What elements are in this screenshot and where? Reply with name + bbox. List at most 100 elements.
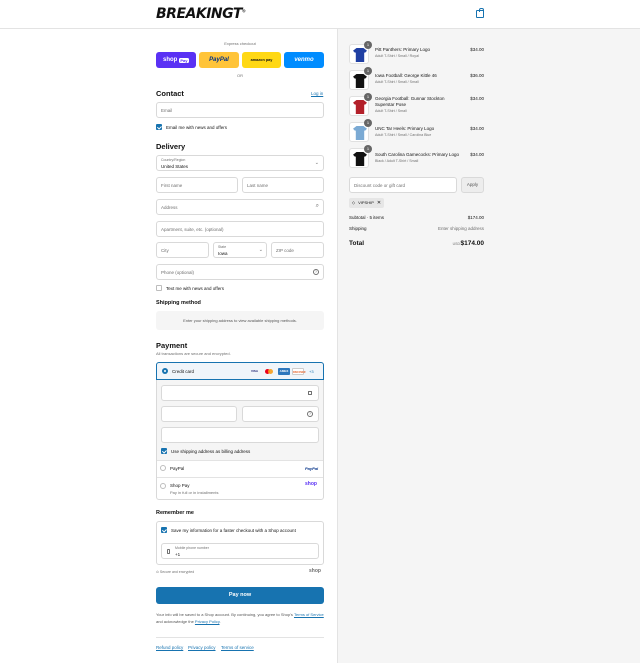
terms-of-service-link[interactable]: Terms of service [221, 645, 254, 650]
contact-title: Contact [156, 89, 184, 98]
shop-terms-link[interactable]: Terms of Service [294, 612, 324, 617]
amazon-pay-button[interactable]: amazon pay [242, 52, 281, 68]
product-price: $34.00 [470, 47, 484, 52]
card-number-field[interactable] [161, 385, 319, 401]
product-name: Pitt Panthers: Primary Logo [375, 47, 431, 52]
chevron-down-icon: ⌄ [258, 247, 263, 253]
express-checkout-title: Express checkout [224, 41, 256, 46]
expiration-field[interactable] [161, 406, 237, 422]
subtotal-value: $174.00 [467, 215, 484, 220]
product-name: Iowa Football: George Kittle 46 [375, 73, 437, 78]
payment-subtitle: All transactions are secure and encrypte… [156, 351, 231, 356]
shipping-notice: Enter your shipping address to view avai… [183, 318, 297, 323]
credit-card-label: Credit card [172, 369, 195, 374]
product-variant: Black / Adult T-Shirt / Small [375, 159, 419, 163]
text-news-checkbox[interactable] [156, 285, 162, 291]
refund-policy-link[interactable]: Refund policy [156, 645, 183, 650]
paypal-button[interactable]: PayPal [199, 52, 239, 68]
remove-discount-icon[interactable]: ✕ [377, 198, 381, 208]
product-price: $34.00 [470, 152, 484, 157]
search-icon: ⌕ [315, 203, 319, 209]
last-name-field[interactable]: Last name [242, 177, 324, 193]
zip-field[interactable]: ZIP code [271, 242, 324, 258]
venmo-button[interactable]: venmo [284, 52, 324, 68]
product-variant: Adult T-Shirt / Small [375, 109, 407, 113]
or-divider: OR [237, 73, 243, 78]
secure-note: ⊙ Secure and encrypted [156, 570, 195, 574]
product-thumbnail: 1 [349, 145, 372, 168]
text-news-label: Text me with news and offers [166, 286, 224, 291]
paypal-logo: PayPal [305, 466, 319, 471]
total-label: Total [349, 240, 365, 247]
header: BREAKINGT® [0, 0, 640, 29]
paypal-radio[interactable] [160, 465, 166, 471]
shop-pay-radio[interactable] [160, 483, 166, 489]
quantity-badge: 1 [364, 93, 372, 101]
quantity-badge: 1 [364, 145, 372, 153]
product-price: $36.00 [470, 73, 484, 78]
apply-button[interactable]: Apply [461, 177, 484, 193]
product-name: UNC Tar Heels: Primary Logo [375, 126, 435, 131]
remember-me-title: Remember me [156, 510, 194, 516]
first-name-field[interactable]: First name [156, 177, 238, 193]
product-thumbnail: 1 [349, 41, 372, 64]
email-field[interactable]: Email [156, 102, 324, 118]
security-code-field[interactable]: ? [242, 406, 319, 422]
order-summary-panel [337, 29, 640, 663]
save-info-checkbox[interactable] [161, 527, 167, 533]
credit-card-radio[interactable] [162, 368, 168, 374]
product-thumbnail: 1 [349, 119, 372, 142]
brand-logo[interactable]: BREAKINGT® [156, 6, 246, 22]
city-field[interactable]: City [156, 242, 209, 258]
shop-logo: shop [305, 481, 317, 487]
email-news-checkbox[interactable] [156, 124, 162, 130]
pay-now-button[interactable]: Pay now [156, 587, 324, 604]
delivery-title: Delivery [156, 142, 186, 151]
shipping-notice-box: Enter your shipping address to view avai… [156, 311, 324, 330]
billing-address-label: Use shipping address as billing address [171, 449, 251, 454]
shipping-method-title: Shipping method [156, 300, 201, 306]
shop-pay-subtitle: Pay in full or in installments [170, 490, 219, 495]
product-thumbnail: 1 [349, 93, 372, 116]
privacy-policy-link[interactable]: Privacy policy [188, 645, 216, 650]
product-name: Georgia Football: Gunnar Stockton Supers… [375, 96, 445, 107]
cart-bag-icon[interactable] [476, 8, 484, 18]
phone-icon [167, 549, 170, 554]
name-on-card-field[interactable] [161, 427, 319, 443]
product-thumbnail: 1 [349, 67, 372, 90]
billing-address-checkbox[interactable] [161, 448, 167, 454]
help-icon[interactable]: ? [307, 411, 313, 417]
shop-pay-option-label[interactable]: Shop Pay [170, 483, 190, 488]
currency-code: USD [452, 242, 460, 246]
lock-icon [308, 391, 312, 395]
subtotal-label: Subtotal · 5 items [349, 215, 385, 220]
mastercard-icon [264, 368, 274, 375]
state-select[interactable]: State Iowa ⌄ [213, 242, 267, 258]
discover-icon: DISCOVER [292, 368, 306, 375]
shop-privacy-link[interactable]: Privacy Policy [195, 619, 220, 624]
paypal-option-label[interactable]: PayPal [170, 466, 184, 471]
visa-icon: VISA [250, 369, 258, 373]
legal-text: Your info will be saved to a Shop accoun… [156, 612, 324, 624]
phone-field[interactable]: Phone (optional) ? [156, 264, 324, 280]
apartment-field[interactable]: Apartment, suite, etc. (optional) [156, 221, 324, 237]
shipping-value: Enter shipping address [437, 226, 484, 231]
quantity-badge: 1 [364, 41, 372, 49]
address-field[interactable]: Address ⌕ [156, 199, 324, 215]
product-variant: Adult T-Shirt / Small / Royal [375, 54, 419, 58]
quantity-badge: 1 [364, 119, 372, 127]
quantity-badge: 1 [364, 67, 372, 75]
product-price: $34.00 [470, 126, 484, 131]
product-name: South Carolina Gamecocks: Primary Logo [375, 152, 460, 157]
shop-logo: shop [309, 568, 321, 574]
mobile-phone-field[interactable]: Mobile phone number +1 [161, 543, 319, 559]
login-link[interactable]: Log in [311, 91, 323, 96]
help-icon[interactable]: ? [313, 269, 319, 275]
payment-title: Payment [156, 341, 188, 350]
discount-code-field[interactable]: Discount code or gift card [349, 177, 457, 193]
product-variant: Adult T-Shirt / Small / Carolina Blue [375, 133, 432, 137]
total-value: $174.00 [460, 240, 485, 247]
product-variant: Adult T-Shirt / Small / Small [375, 80, 419, 84]
country-select[interactable]: Country/Region United States ⌄ [156, 155, 324, 171]
shop-pay-button[interactable]: shop Pay [156, 52, 196, 68]
